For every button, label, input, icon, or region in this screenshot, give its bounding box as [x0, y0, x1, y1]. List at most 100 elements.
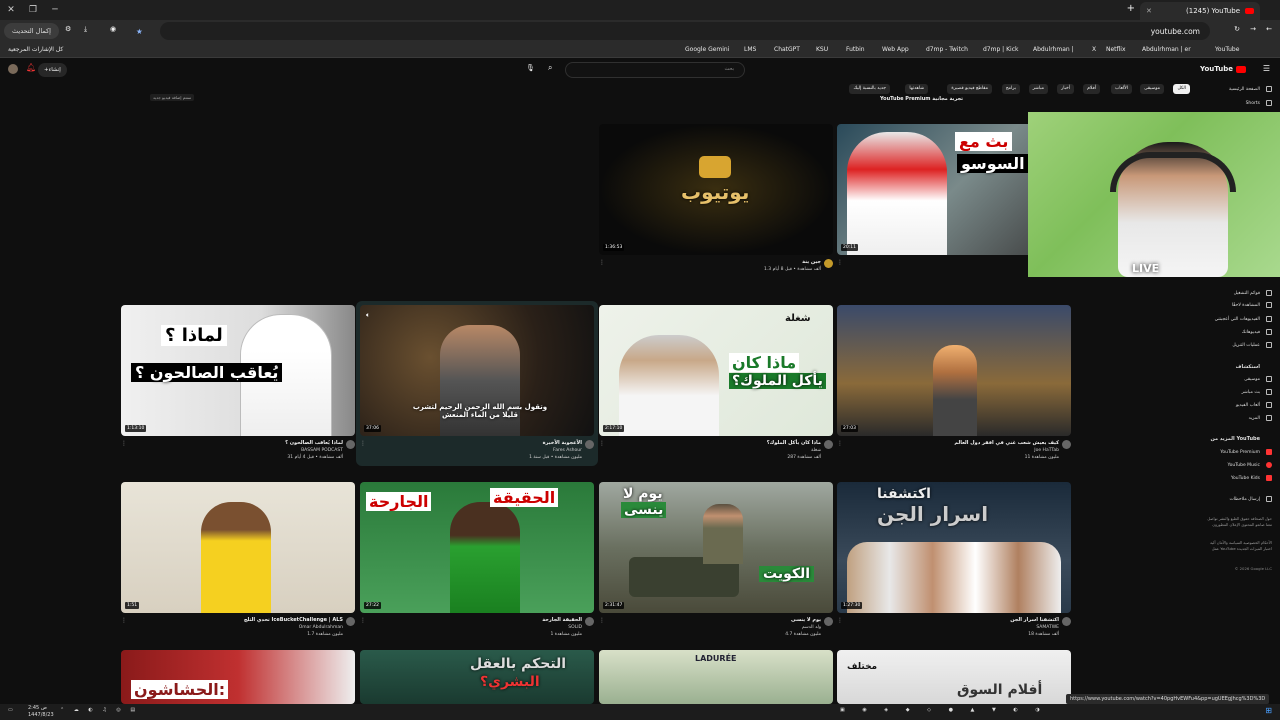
video-thumbnail[interactable]: مختلف أفلام السوق: [837, 650, 1071, 704]
avatar[interactable]: [8, 64, 18, 74]
bookmark-star-icon[interactable]: ★: [136, 27, 143, 36]
bookmark-item[interactable]: KSU: [816, 46, 828, 53]
bookmark-item[interactable]: Futbin: [846, 46, 865, 53]
all-bookmarks[interactable]: كل الإشارات المرجعية: [8, 46, 63, 53]
video-card[interactable]: يوم لا ينسى الكويت 2:31:47 ⋮ يوم لا ينسى و…: [599, 482, 833, 638]
bookmark-item[interactable]: YouTube: [1215, 46, 1239, 53]
more-options-icon[interactable]: ⋮: [837, 259, 843, 266]
bookmark-item[interactable]: d7mp | Kick: [983, 46, 1019, 53]
video-card[interactable]: مختلف أفلام السوق: [837, 650, 1071, 704]
avatar[interactable]: [1062, 617, 1071, 626]
bookmark-item[interactable]: Netflix: [1106, 46, 1126, 53]
back-icon[interactable]: ←: [1266, 25, 1272, 33]
tray-icons[interactable]: ⌃ ☁ ◐ ♫ ◎ ▤: [60, 707, 139, 713]
bookmark-item[interactable]: X: [1092, 46, 1096, 53]
more-options-icon[interactable]: ⋮: [599, 440, 605, 447]
new-tab-icon[interactable]: +: [1127, 3, 1135, 14]
bookmark-item[interactable]: LMS: [744, 46, 756, 53]
video-card[interactable]: LADURÉE: [599, 650, 833, 704]
video-card[interactable]: وتقول بسم الله الرحمن الرحيم لتشرب قليلا…: [360, 305, 594, 461]
more-options-icon[interactable]: ⋮: [837, 440, 843, 447]
video-card[interactable]: اكتشفنا اسرار الجن 1:27:30 ⋮ اكتشفنا اسرا…: [837, 482, 1071, 638]
chip[interactable]: مقاطع فيديو قصيرة: [947, 84, 992, 94]
download-icon[interactable]: ⤓: [84, 25, 87, 34]
sidebar-item-kids[interactable]: YouTube Kids: [1231, 475, 1272, 481]
chip[interactable]: جديد بالنسبة إليك: [849, 84, 890, 94]
reload-icon[interactable]: ↻: [1234, 25, 1240, 33]
more-options-icon[interactable]: ⋮: [360, 617, 366, 624]
bookmark-item[interactable]: ChatGPT: [774, 46, 800, 53]
premium-banner[interactable]: YouTube Premium تجربة مجانية: [880, 96, 963, 102]
sidebar-item-watch-later[interactable]: المشاهدة لاحقًا: [1232, 302, 1272, 308]
sidebar-item-downloads[interactable]: عمليات التنزيل: [1232, 342, 1272, 348]
forward-icon[interactable]: →: [1250, 25, 1256, 33]
mute-icon[interactable]: 🔈︎: [366, 311, 370, 320]
video-card[interactable]: يوتيوب 1:36:53 ⋮ جين ينة 1.3 ألف مشاهدة • …: [599, 124, 833, 273]
avatar[interactable]: [585, 440, 594, 449]
avatar[interactable]: [824, 617, 833, 626]
video-thumbnail[interactable]: لماذا ؟ يُعاقب الصالحون ؟ 1:13:10: [121, 305, 355, 436]
video-thumbnail[interactable]: يوتيوب 1:36:53: [599, 124, 833, 255]
close-window-icon[interactable]: ✕: [0, 5, 22, 15]
more-options-icon[interactable]: ⋮: [599, 259, 605, 266]
more-options-icon[interactable]: ⋮: [360, 440, 366, 447]
video-card[interactable]: 1:51 ⋮ تحدي الثلج IceBucketChallenge | AL…: [121, 482, 355, 638]
chip[interactable]: برامج: [1001, 84, 1020, 94]
chip[interactable]: الكل: [1173, 84, 1190, 94]
bookmark-item[interactable]: Abdulrhman |: [1033, 46, 1074, 53]
chip[interactable]: أخبار: [1057, 84, 1074, 94]
sidebar-item-you[interactable]: قوائم التشغيل: [1234, 290, 1272, 296]
sidebar-item-liked[interactable]: الفيديوهات التي أعجبتني: [1215, 316, 1272, 322]
notification-icon[interactable]: ▭: [8, 707, 13, 713]
start-icon[interactable]: ⊞: [1265, 706, 1272, 715]
bookmark-item[interactable]: Abdulrhman | er: [1142, 46, 1191, 53]
profile-icon[interactable]: ◉: [110, 25, 116, 33]
video-thumbnail[interactable]: ماذا كان يأكل الملوك؟ شغلة 2:17:10: [599, 305, 833, 436]
video-card[interactable]: الحقيقة الجارحة 27:22 ⋮ الحقيقة الجارحة SO…: [360, 482, 594, 638]
chip[interactable]: موسيقى: [1140, 84, 1164, 94]
sidebar-item-gaming[interactable]: ألعاب الفيديو: [1236, 402, 1272, 408]
bookmark-item[interactable]: Google Gemini: [685, 46, 729, 53]
chip[interactable]: أفلام: [1083, 84, 1100, 94]
video-card[interactable]: لماذا ؟ يُعاقب الصالحون ؟ 1:13:10 ⋮ لماذا…: [121, 305, 355, 461]
video-card[interactable]: 27:03 ⋮ كيف يعيش شعب غني في افقر دول العا…: [837, 305, 1071, 461]
video-thumbnail[interactable]: الحقيقة الجارحة 27:22: [360, 482, 594, 613]
sidebar-item-home[interactable]: الصفحة الرئيسية: [1229, 86, 1272, 92]
avatar[interactable]: [1062, 440, 1071, 449]
sidebar-item-music-app[interactable]: YouTube Music: [1227, 462, 1272, 468]
address-bar[interactable]: ★ youtube.com: [136, 22, 1210, 40]
video-card[interactable]: الحشاشون:: [121, 650, 355, 704]
sidebar-item-premium[interactable]: YouTube Premium: [1220, 449, 1272, 455]
search-input[interactable]: بحث: [565, 62, 745, 78]
more-options-icon[interactable]: ⋮: [121, 617, 127, 624]
sidebar-item-music[interactable]: موسيقى: [1244, 376, 1272, 382]
more-options-icon[interactable]: ⋮: [599, 617, 605, 624]
chip[interactable]: الألعاب: [1111, 84, 1132, 94]
mic-icon[interactable]: 🎙︎: [526, 64, 535, 72]
restore-window-icon[interactable]: ❐: [22, 5, 44, 15]
video-card[interactable]: ماذا كان يأكل الملوك؟ شغلة 2:17:10 ⋮ ماذا…: [599, 305, 833, 461]
bookmark-item[interactable]: Web App: [882, 46, 909, 53]
video-thumbnail[interactable]: 27:03: [837, 305, 1071, 436]
update-button[interactable]: إكمال التحديث: [4, 23, 59, 39]
video-thumbnail[interactable]: التحكم بالعقل البشري؟: [360, 650, 594, 704]
avatar[interactable]: [346, 440, 355, 449]
video-thumbnail[interactable]: وتقول بسم الله الرحمن الرحيم لتشرب قليلا…: [360, 305, 594, 436]
more-options-icon[interactable]: ⋮: [121, 440, 127, 447]
avatar[interactable]: [346, 617, 355, 626]
taskbar-apps[interactable]: ▣ ◉ ◈ ◆ ◇ ● ▲ ▼ ◐ ◑: [840, 707, 1048, 713]
video-thumbnail[interactable]: الحشاشون:: [121, 650, 355, 704]
avatar[interactable]: [824, 259, 833, 268]
extensions-icon[interactable]: ⚙: [65, 25, 71, 33]
more-options-icon[interactable]: ⋮: [837, 617, 843, 624]
menu-icon[interactable]: ☰: [1263, 64, 1270, 73]
video-thumbnail[interactable]: يوم لا ينسى الكويت 2:31:47: [599, 482, 833, 613]
sidebar-item-more[interactable]: المزيد: [1249, 415, 1272, 421]
chip[interactable]: مباشر: [1028, 84, 1048, 94]
tab-youtube[interactable]: ✕ (1245) YouTube: [1140, 2, 1260, 20]
sidebar-item-live[interactable]: بث مباشر: [1242, 389, 1272, 395]
sidebar-item-shorts[interactable]: Shorts: [1246, 100, 1272, 106]
chip[interactable]: شاهدتها: [905, 84, 928, 94]
minimize-window-icon[interactable]: ─: [44, 5, 66, 15]
sidebar-item-feedback[interactable]: إرسال ملاحظات: [1230, 496, 1272, 502]
